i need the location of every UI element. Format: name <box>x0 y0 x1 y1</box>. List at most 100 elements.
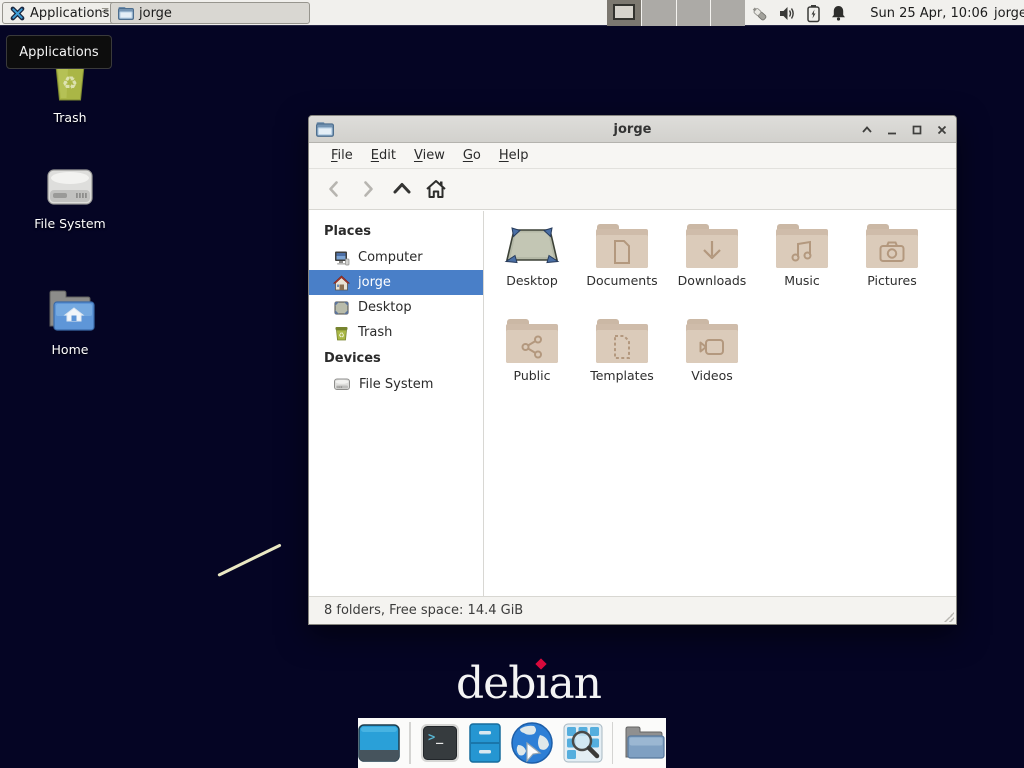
sidebar-item-label: Trash <box>358 325 392 340</box>
desktop-special-icon <box>503 224 561 268</box>
sidebar-item-file-system[interactable]: File System <box>309 372 483 397</box>
sidebar-item-label: Computer <box>358 250 423 265</box>
desktop-icon-label: Trash <box>53 110 86 125</box>
sidebar-item-desktop[interactable]: Desktop <box>309 295 483 320</box>
pictures-folder-icon <box>866 224 918 268</box>
file-item-label: Desktop <box>506 273 558 288</box>
file-grid: Desktop Documents <box>484 211 956 596</box>
maximize-button[interactable] <box>910 123 923 136</box>
desktop-icon-label: Home <box>52 342 89 357</box>
sidebar-item-trash[interactable]: ♻ Trash <box>309 320 483 345</box>
drive-icon <box>333 377 351 392</box>
forward-button[interactable] <box>351 174 385 204</box>
show-desktop-icon[interactable] <box>358 724 400 762</box>
home-folder-icon <box>43 288 97 338</box>
trash-icon: ♻ <box>333 325 350 341</box>
taskbar-window-button[interactable]: jorge <box>110 2 310 24</box>
file-item-label: Downloads <box>678 273 747 288</box>
workspace-4[interactable] <box>711 0 745 26</box>
dock-separator <box>409 722 411 764</box>
volume-icon[interactable] <box>778 5 797 22</box>
svg-text:_: _ <box>436 730 444 745</box>
menu-edit[interactable]: Edit <box>362 148 405 163</box>
menu-go[interactable]: Go <box>454 148 490 163</box>
file-item-downloads[interactable]: Downloads <box>669 224 755 288</box>
tooltip-text: Applications <box>19 45 98 60</box>
resize-grip[interactable] <box>944 612 954 622</box>
sidebar-item-label: jorge <box>358 275 391 290</box>
menu-view[interactable]: View <box>405 148 454 163</box>
panel-username[interactable]: jorge <box>994 0 1024 26</box>
sidebar-header-devices: Devices <box>309 345 483 372</box>
sidebar-item-jorge[interactable]: jorge <box>309 270 483 295</box>
desktop-screen: Applications ⚌ jorge Sun 25 Apr, 10:06 <box>0 0 1024 768</box>
videos-folder-icon <box>686 319 738 363</box>
sidebar-item-label: File System <box>359 377 433 392</box>
file-item-public[interactable]: Public <box>489 319 575 383</box>
system-tray <box>750 0 847 26</box>
desktop-icon-home[interactable]: Home <box>22 288 118 357</box>
close-button[interactable] <box>935 123 948 136</box>
panel-clock[interactable]: Sun 25 Apr, 10:06 <box>852 0 988 26</box>
file-item-templates[interactable]: Templates <box>579 319 665 383</box>
up-button[interactable] <box>385 174 419 204</box>
window-titlebar[interactable]: jorge <box>309 116 956 143</box>
applications-tooltip: Applications <box>6 35 112 69</box>
desktop-icon-file-system[interactable]: File System <box>22 164 118 231</box>
file-item-music[interactable]: Music <box>759 224 845 288</box>
svg-text:♻: ♻ <box>338 331 344 339</box>
desktop-place-icon <box>333 300 350 316</box>
statusbar: 8 folders, Free space: 14.4 GiB <box>309 596 956 624</box>
file-item-videos[interactable]: Videos <box>669 319 755 383</box>
svg-text:♻: ♻ <box>62 73 78 94</box>
shade-button[interactable] <box>860 123 873 136</box>
downloads-folder-icon <box>686 224 738 268</box>
panel-handle[interactable]: ⚌ <box>101 5 109 15</box>
workspace-window-preview <box>613 4 635 20</box>
sidebar: Places Computer jorge <box>309 211 484 596</box>
dock-separator <box>612 722 614 764</box>
public-folder-icon <box>506 319 558 363</box>
file-item-label: Videos <box>691 368 733 383</box>
file-item-desktop[interactable]: Desktop <box>489 224 575 288</box>
hard-drive-icon <box>43 164 97 212</box>
application-finder-icon[interactable] <box>563 723 603 763</box>
xfce-applications-icon <box>10 6 25 21</box>
music-folder-icon <box>776 224 828 268</box>
stylus-tool-icon[interactable] <box>750 4 769 23</box>
home-icon <box>333 275 350 291</box>
workspace-3[interactable] <box>677 0 712 26</box>
file-cabinet-icon[interactable] <box>469 723 501 763</box>
taskbar-window-label: jorge <box>139 6 172 21</box>
battery-charging-icon[interactable] <box>806 4 821 23</box>
workspace-1[interactable] <box>607 0 642 26</box>
file-item-label: Pictures <box>867 273 917 288</box>
toolbar: /home/jorge/ <box>309 169 956 210</box>
web-browser-icon[interactable] <box>510 721 554 765</box>
templates-folder-icon <box>596 319 648 363</box>
computer-icon <box>333 250 350 266</box>
folder-window-icon <box>118 6 134 20</box>
notification-bell-icon[interactable] <box>830 4 847 22</box>
back-button[interactable] <box>317 174 351 204</box>
terminal-icon[interactable]: >_ <box>420 723 460 763</box>
window-controls <box>860 116 948 143</box>
file-item-label: Music <box>784 273 820 288</box>
menu-help[interactable]: Help <box>490 148 538 163</box>
dock-folder-icon[interactable] <box>622 724 666 762</box>
sidebar-item-computer[interactable]: Computer <box>309 245 483 270</box>
workspace-2[interactable] <box>642 0 677 26</box>
top-panel: Applications ⚌ jorge Sun 25 Apr, 10:06 <box>0 0 1024 26</box>
home-button[interactable] <box>419 174 453 204</box>
file-item-pictures[interactable]: Pictures <box>849 224 935 288</box>
minimize-button[interactable] <box>885 123 898 136</box>
file-item-documents[interactable]: Documents <box>579 224 665 288</box>
sidebar-header-places: Places <box>309 218 483 245</box>
window-title: jorge <box>309 122 956 137</box>
file-manager-window: jorge File Edit View Go Help <box>308 115 957 625</box>
menu-file[interactable]: File <box>322 148 362 163</box>
svg-text:>: > <box>428 730 435 744</box>
applications-menu-label: Applications <box>30 6 109 21</box>
desktop-line-artifact <box>217 543 281 576</box>
menubar: File Edit View Go Help <box>309 143 956 169</box>
